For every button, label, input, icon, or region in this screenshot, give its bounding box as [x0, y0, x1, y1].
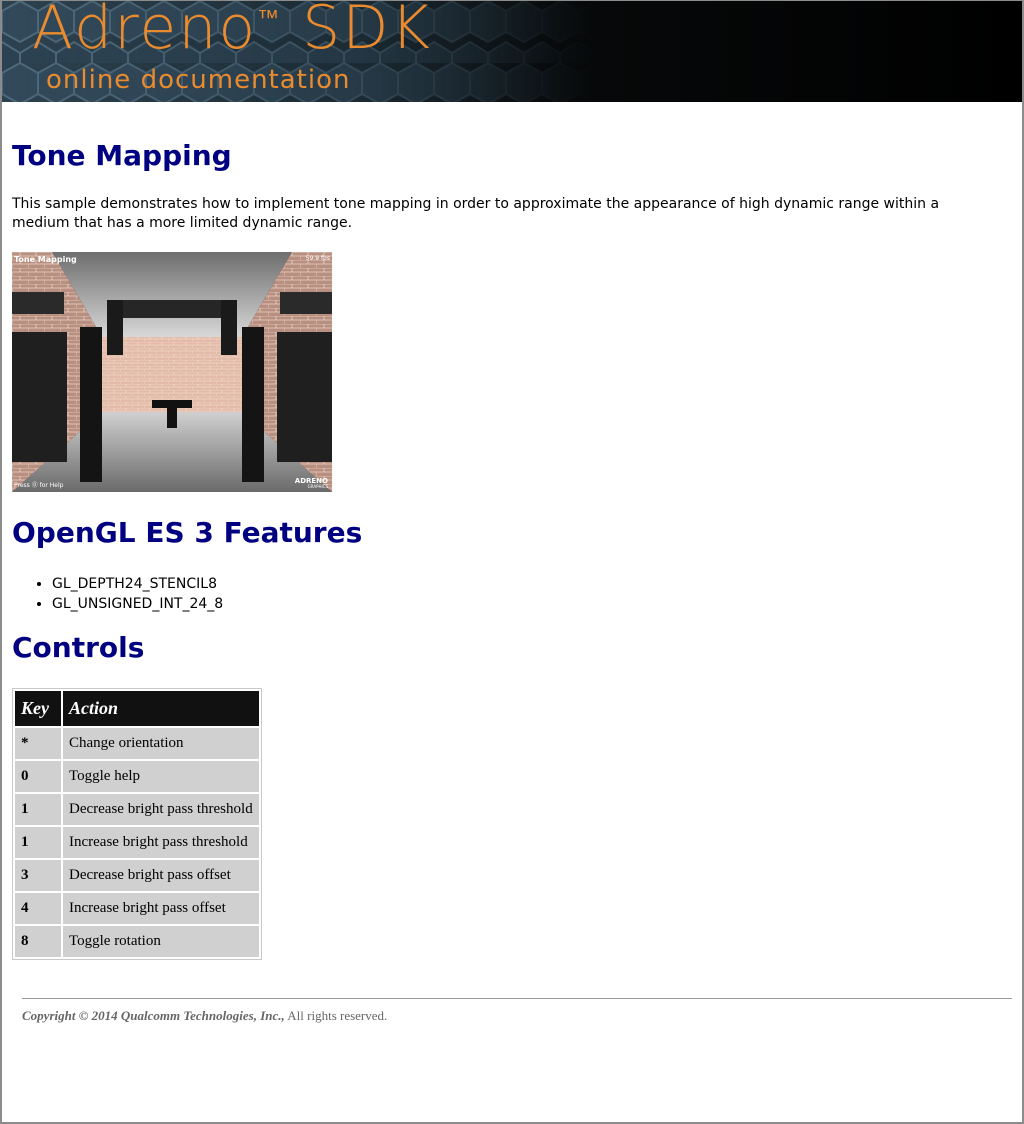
- features-heading: OpenGL ES 3 Features: [12, 516, 363, 549]
- logo-adreno: Adreno: [32, 1, 258, 63]
- action-cell: Toggle rotation: [63, 926, 259, 957]
- table-header-row: Key Action: [15, 691, 259, 726]
- sample-screenshot: Tone Mapping 59.9 fps Press ⓪ for Help A…: [12, 252, 332, 492]
- table-row: 1 Increase bright pass threshold: [15, 827, 259, 858]
- action-cell: Increase bright pass offset: [63, 893, 259, 924]
- action-cell: Change orientation: [63, 728, 259, 759]
- column-header-action: Action: [63, 691, 259, 726]
- logo-trademark: ™: [257, 6, 282, 31]
- adreno-brand-logo: ADRENO GRAPHICS: [295, 478, 328, 490]
- feature-item: GL_UNSIGNED_INT_24_8: [52, 594, 223, 614]
- action-cell: Toggle help: [63, 761, 259, 792]
- key-cell: 4: [15, 893, 61, 924]
- screenshot-help-hint: Press ⓪ for Help: [14, 482, 64, 489]
- screenshot-fps: 59.9 fps: [305, 255, 330, 262]
- table-row: 8 Toggle rotation: [15, 926, 259, 957]
- intro-paragraph: This sample demonstrates how to implemen…: [12, 196, 940, 231]
- screenshot-scene: [12, 252, 332, 492]
- logo-subtitle: online documentation: [46, 65, 351, 95]
- logo-sdk: SDK: [302, 1, 432, 63]
- action-cell: Decrease bright pass offset: [63, 860, 259, 891]
- column-header-key: Key: [15, 691, 61, 726]
- key-cell: *: [15, 728, 61, 759]
- features-list: GL_DEPTH24_STENCIL8 GL_UNSIGNED_INT_24_8: [12, 574, 223, 614]
- screenshot-caption: Tone Mapping: [14, 255, 77, 264]
- logo-title: Adreno™ SDK: [32, 1, 432, 63]
- page-title: Tone Mapping: [12, 139, 232, 172]
- action-cell: Decrease bright pass threshold: [63, 794, 259, 825]
- key-cell: 3: [15, 860, 61, 891]
- key-cell: 8: [15, 926, 61, 957]
- table-row: 3 Decrease bright pass offset: [15, 860, 259, 891]
- copyright-rights: All rights reserved.: [284, 1008, 388, 1023]
- copyright-owner: Copyright © 2014 Qualcomm Technologies, …: [22, 1008, 285, 1023]
- table-row: 0 Toggle help: [15, 761, 259, 792]
- table-row: 1 Decrease bright pass threshold: [15, 794, 259, 825]
- controls-table: Key Action * Change orientation 0 Toggle…: [12, 688, 262, 960]
- action-cell: Increase bright pass threshold: [63, 827, 259, 858]
- footer-divider: [22, 998, 1012, 999]
- table-row: 4 Increase bright pass offset: [15, 893, 259, 924]
- controls-heading: Controls: [12, 631, 145, 664]
- table-row: * Change orientation: [15, 728, 259, 759]
- key-cell: 1: [15, 794, 61, 825]
- header-banner: Adreno™ SDK online documentation: [2, 1, 1022, 102]
- feature-item: GL_DEPTH24_STENCIL8: [52, 574, 223, 594]
- key-cell: 1: [15, 827, 61, 858]
- copyright-notice: Copyright © 2014 Qualcomm Technologies, …: [22, 1008, 387, 1024]
- key-cell: 0: [15, 761, 61, 792]
